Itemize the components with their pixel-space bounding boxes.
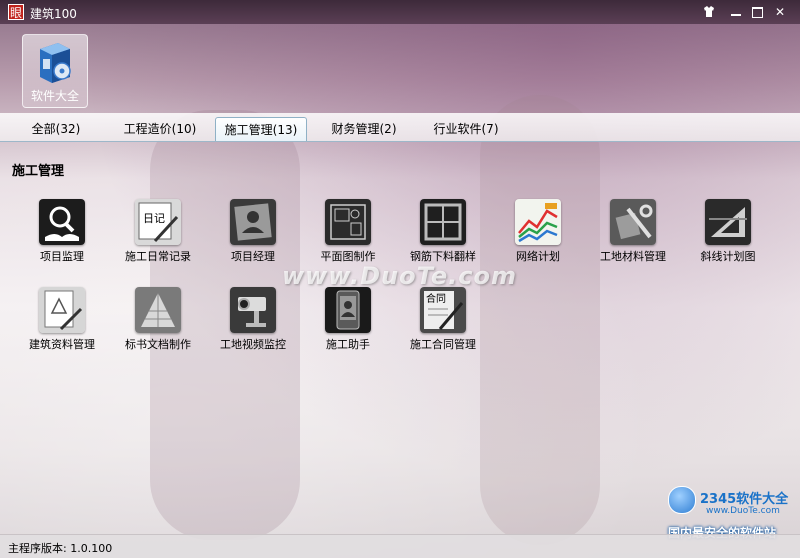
app-label: 施工日常记录: [125, 250, 191, 263]
triangle-ruler-icon: [705, 199, 751, 245]
app-label: 建筑资料管理: [29, 338, 95, 351]
brand-url-watermark: www.DuoTe.com: [706, 506, 780, 516]
tab-construction-management[interactable]: 施工管理(13): [215, 117, 307, 141]
app-logo-icon: 眼: [8, 4, 24, 20]
app-site-video-monitoring[interactable]: 工地视频监控: [205, 287, 301, 369]
window-title: 建筑100: [30, 7, 77, 21]
app-site-materials[interactable]: 工地材料管理: [585, 199, 681, 281]
minimize-icon: [731, 14, 741, 16]
contract-icon-text: 合同: [426, 292, 446, 305]
software-library-tile[interactable]: 软件大全: [22, 34, 88, 108]
tab-cost-estimation[interactable]: 工程造价(10): [116, 117, 204, 141]
magnifier-book-icon: [39, 199, 85, 245]
section-title: 施工管理: [12, 164, 65, 179]
software-box-icon: [40, 43, 71, 83]
mascot-icon: [668, 486, 696, 514]
skin-button[interactable]: [700, 3, 718, 21]
app-window: 眼 建筑100 ✕ 软件大全 全部(32) 工程造价(10) 施工管理(13) …: [0, 0, 800, 558]
app-oblique-schedule[interactable]: 斜线计划图: [680, 199, 776, 281]
diary-pen-icon: 日记: [135, 199, 181, 245]
materials-tools-icon: [610, 199, 656, 245]
network-chart-icon: [515, 199, 561, 245]
app-tender-documents[interactable]: 标书文档制作: [110, 287, 206, 369]
rebar-frame-icon: [420, 199, 466, 245]
duote-watermark: www.DuoTe.com: [282, 262, 517, 290]
maximize-icon: [752, 7, 763, 18]
tab-industry-software[interactable]: 行业软件(7): [424, 117, 508, 141]
tab-finance-management[interactable]: 财务管理(2): [322, 117, 406, 141]
app-label: 斜线计划图: [700, 250, 756, 263]
app-label: 工地视频监控: [220, 338, 286, 351]
close-icon: ✕: [774, 5, 786, 19]
floor-plan-icon: [325, 199, 371, 245]
contract-pen-icon: 合同: [420, 287, 466, 333]
security-camera-icon: [230, 287, 276, 333]
app-label: 工地材料管理: [600, 250, 666, 263]
app-label: 项目监理: [40, 250, 84, 263]
maximize-button[interactable]: [748, 3, 766, 21]
app-label: 施工合同管理: [410, 338, 476, 351]
minimize-button[interactable]: [727, 3, 745, 21]
assistant-phone-icon: [325, 287, 371, 333]
category-tabs: 全部(32) 工程造价(10) 施工管理(13) 财务管理(2) 行业软件(7): [0, 113, 800, 142]
app-project-supervision[interactable]: 项目监理: [14, 199, 110, 281]
software-library-label: 软件大全: [30, 89, 79, 103]
app-construction-assistant[interactable]: 施工助手: [300, 287, 396, 369]
app-label: 标书文档制作: [125, 338, 191, 351]
tab-all[interactable]: 全部(32): [20, 117, 92, 141]
document-pen-icon: [39, 287, 85, 333]
app-daily-log[interactable]: 日记 施工日常记录: [110, 199, 206, 281]
background-figure-right: [480, 95, 600, 545]
status-bar: 主程序版本: 1.0.100: [0, 534, 800, 558]
title-bar[interactable]: 眼 建筑100 ✕: [0, 0, 800, 24]
tender-document-icon: [135, 287, 181, 333]
close-button[interactable]: ✕: [771, 3, 789, 21]
app-building-documents[interactable]: 建筑资料管理: [14, 287, 110, 369]
shirt-icon: [704, 6, 714, 17]
version-text: 主程序版本: 1.0.100: [8, 542, 113, 555]
diary-icon-text: 日记: [143, 212, 165, 225]
brand-watermark: 2345软件大全: [700, 492, 789, 507]
app-contract-management[interactable]: 合同 施工合同管理: [395, 287, 491, 369]
app-label: 施工助手: [326, 338, 370, 351]
manager-portrait-icon: [230, 199, 276, 245]
